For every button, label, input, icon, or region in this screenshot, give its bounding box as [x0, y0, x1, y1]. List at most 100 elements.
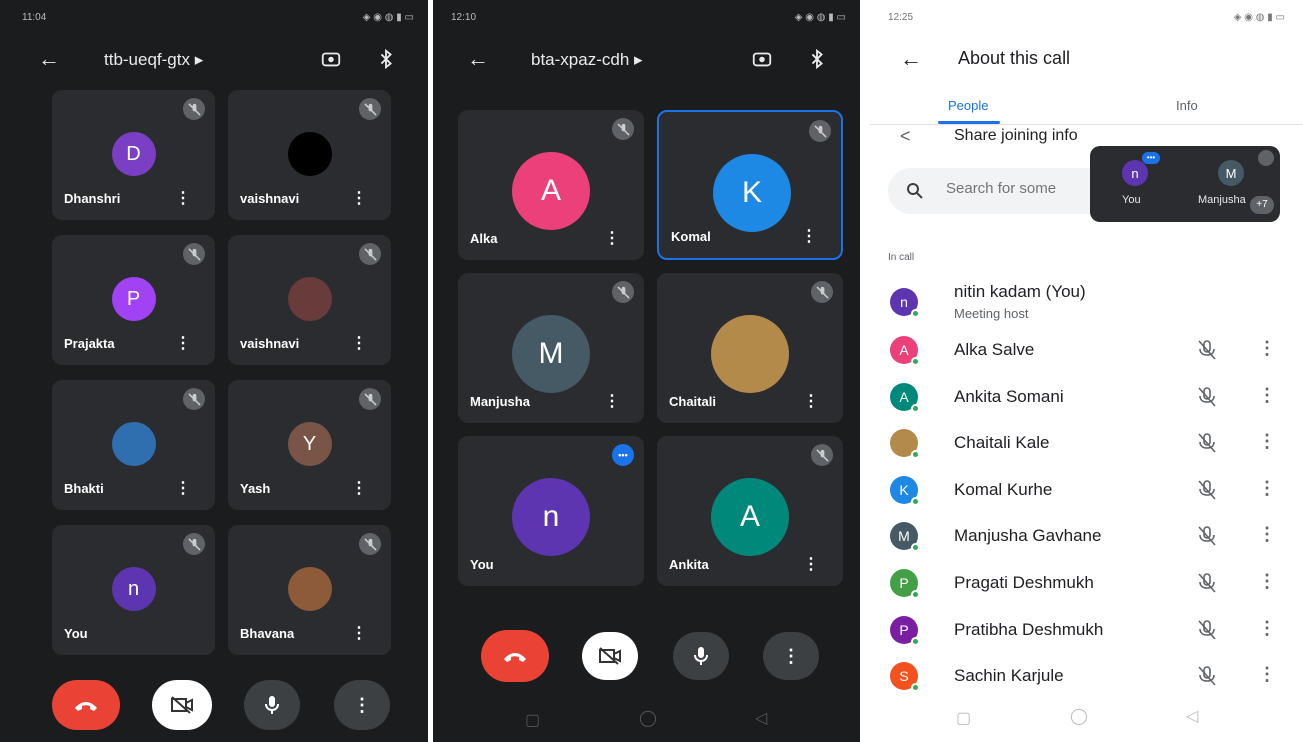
participant-row[interactable]: A Alka Salve ⋮: [890, 332, 1303, 376]
switch-camera-icon[interactable]: [320, 48, 342, 70]
mic-off-icon[interactable]: [1195, 431, 1219, 455]
switch-camera-icon[interactable]: [751, 48, 773, 70]
participant-tile[interactable]: A Ankita ⋮: [657, 436, 843, 586]
participant-row[interactable]: M Manjusha Gavhane ⋮: [890, 518, 1303, 562]
nav-home-icon[interactable]: ◯: [639, 708, 657, 728]
participant-tile[interactable]: Bhavana ⋮: [228, 525, 391, 655]
tab-people[interactable]: People: [948, 98, 988, 113]
back-arrow-icon[interactable]: ←: [467, 46, 489, 72]
kebab-menu-icon[interactable]: ⋮: [803, 554, 819, 574]
share-joining-info[interactable]: Share joining info: [954, 127, 1078, 145]
participant-row[interactable]: Chaitali Kale ⋮: [890, 425, 1303, 469]
end-call-button[interactable]: [481, 630, 549, 682]
participant-row[interactable]: A Ankita Somani ⋮: [890, 379, 1303, 423]
bluetooth-audio-icon[interactable]: [375, 48, 397, 70]
participant-tile[interactable]: vaishnavi ⋮: [228, 235, 391, 365]
participant-tile[interactable]: D Dhanshri ⋮: [52, 90, 215, 220]
mic-off-icon: [811, 281, 833, 303]
participant-row[interactable]: P Pratibha Deshmukh ⋮: [890, 612, 1303, 656]
kebab-menu-icon[interactable]: ⋮: [1258, 524, 1276, 545]
kebab-menu-icon[interactable]: ⋮: [803, 391, 819, 411]
avatar: [890, 429, 920, 460]
avatar: M: [512, 315, 590, 393]
float-you-label: You: [1122, 194, 1141, 206]
participant-name: Bhakti: [64, 481, 104, 496]
avatar: n: [512, 478, 590, 556]
video-off-icon: [599, 647, 621, 665]
participant-tile[interactable]: M Manjusha ⋮: [458, 273, 644, 423]
mic-off-icon[interactable]: [1195, 571, 1219, 595]
mic-off-icon: [183, 533, 205, 555]
floating-participants-panel[interactable]: n ••• You M Manjusha +7: [1090, 146, 1280, 222]
kebab-menu-icon[interactable]: ⋮: [604, 228, 620, 248]
more-options-button[interactable]: ⋮: [763, 632, 819, 680]
kebab-menu-icon[interactable]: ⋮: [351, 623, 367, 643]
camera-off-button[interactable]: [152, 680, 212, 730]
nav-recents-icon[interactable]: ▢: [525, 710, 540, 730]
camera-off-button[interactable]: [582, 632, 638, 680]
participant-row[interactable]: P Pragati Deshmukh ⋮: [890, 565, 1303, 609]
mic-off-icon: [1258, 150, 1274, 166]
microphone-icon: [265, 696, 279, 714]
avatar: A: [512, 152, 590, 230]
kebab-menu-icon[interactable]: ⋮: [175, 333, 191, 353]
nav-back-icon[interactable]: ◁: [755, 708, 767, 728]
mic-off-icon[interactable]: [1195, 478, 1219, 502]
mic-off-icon[interactable]: [1195, 385, 1219, 409]
participant-row[interactable]: S Sachin Karjule ⋮: [890, 658, 1303, 702]
kebab-menu-icon[interactable]: ⋮: [1258, 385, 1276, 406]
participant-name: Pratibha Deshmukh: [954, 619, 1104, 639]
participant-tile[interactable]: ••• n You: [458, 436, 644, 586]
kebab-menu-icon[interactable]: ⋮: [351, 333, 367, 353]
microphone-button[interactable]: [244, 680, 300, 730]
more-participants-badge: +7: [1250, 196, 1274, 214]
mic-off-icon[interactable]: [1195, 618, 1219, 642]
kebab-menu-icon[interactable]: ⋮: [1258, 571, 1276, 592]
participant-tile[interactable]: n You: [52, 525, 215, 655]
search-input[interactable]: [946, 180, 1096, 197]
kebab-menu-icon[interactable]: ⋮: [175, 188, 191, 208]
avatar: [287, 277, 332, 321]
kebab-menu-icon[interactable]: ⋮: [1258, 618, 1276, 639]
participant-row[interactable]: K Komal Kurhe ⋮: [890, 472, 1303, 516]
back-arrow-icon[interactable]: ←: [38, 46, 60, 72]
kebab-menu-icon[interactable]: ⋮: [1258, 478, 1276, 499]
kebab-menu-icon[interactable]: ⋮: [604, 391, 620, 411]
mic-off-icon[interactable]: [1195, 524, 1219, 548]
mic-off-icon[interactable]: [1195, 664, 1219, 688]
more-options-button[interactable]: ⋮: [334, 680, 390, 730]
kebab-menu-icon[interactable]: ⋮: [351, 188, 367, 208]
status-icons: ◈ ◉ ◍ ▮ ▭: [1233, 12, 1285, 23]
participant-tile[interactable]: A Alka ⋮: [458, 110, 644, 260]
participant-tile[interactable]: K Komal ⋮: [657, 110, 843, 260]
nav-home-icon[interactable]: ◯: [1070, 706, 1088, 726]
bluetooth-audio-icon[interactable]: [806, 48, 828, 70]
kebab-menu-icon[interactable]: ⋮: [351, 478, 367, 498]
kebab-menu-icon[interactable]: ⋮: [175, 478, 191, 498]
participant-tile[interactable]: Bhakti ⋮: [52, 380, 215, 510]
kebab-menu-icon[interactable]: ⋮: [1258, 431, 1276, 452]
mic-off-icon[interactable]: [1195, 338, 1219, 362]
mic-off-icon: [359, 243, 381, 265]
meeting-code[interactable]: ttb-ueqf-gtx ▸: [104, 50, 203, 70]
meeting-code[interactable]: bta-xpaz-cdh ▸: [531, 50, 643, 70]
participant-tile[interactable]: P Prajakta ⋮: [52, 235, 215, 365]
kebab-menu-icon[interactable]: ⋮: [1258, 664, 1276, 685]
kebab-menu-icon[interactable]: ⋮: [801, 226, 817, 246]
online-dot-icon: [911, 309, 920, 318]
participant-tile[interactable]: vaishnavi ⋮: [228, 90, 391, 220]
participant-tile[interactable]: Chaitali ⋮: [657, 273, 843, 423]
microphone-button[interactable]: [673, 632, 729, 680]
participant-name: Manjusha: [470, 394, 530, 409]
video-off-icon: [171, 696, 193, 714]
tab-info[interactable]: Info: [1176, 98, 1198, 113]
nav-recents-icon[interactable]: ▢: [956, 708, 971, 728]
kebab-menu-icon[interactable]: ⋮: [1258, 338, 1276, 359]
nav-back-icon[interactable]: ◁: [1186, 706, 1198, 726]
back-arrow-icon[interactable]: ←: [900, 46, 922, 72]
participant-tile[interactable]: Y Yash ⋮: [228, 380, 391, 510]
participant-host-row[interactable]: n nitin kadam (You) Meeting host: [890, 282, 1303, 326]
participant-name: Manjusha Gavhane: [954, 526, 1102, 546]
host-role: Meeting host: [954, 306, 1029, 321]
end-call-button[interactable]: [52, 680, 120, 730]
